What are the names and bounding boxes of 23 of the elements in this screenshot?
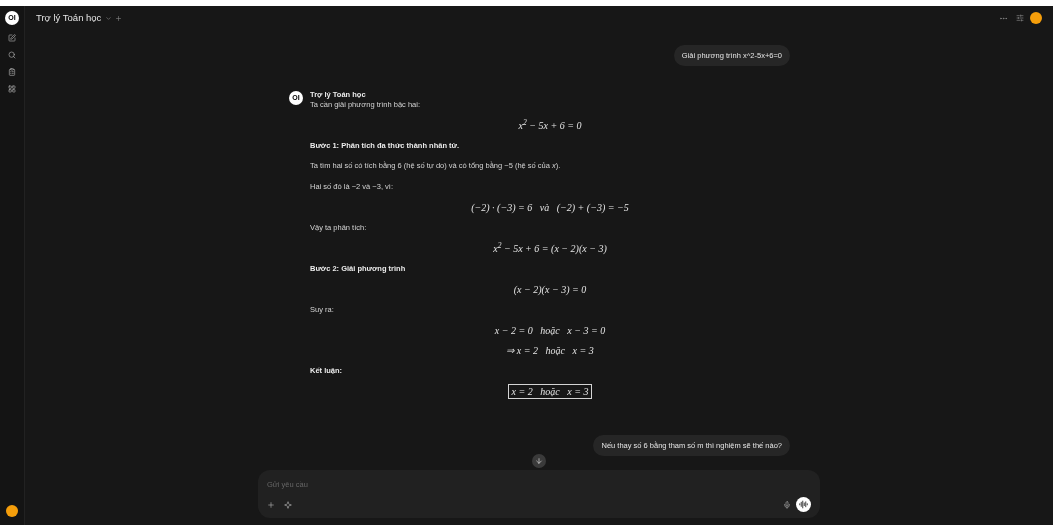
new-chat-icon[interactable] [8,34,16,42]
model-title[interactable]: Trợ lý Toán học [36,10,102,26]
arrow-down-icon [535,457,543,465]
settings-icon[interactable] [1016,14,1024,22]
math-equation: x$^{2}$ − 5x + 6 = (x − 2)(x − 3) [493,240,607,256]
math-equation: x − 2 = 0 hoặc x − 3 = 0 [494,323,606,338]
notes-icon[interactable] [8,68,16,76]
search-icon[interactable] [8,51,16,59]
math-equation: (−2) · (−3) = 6 và (−2) + (−3) = −5 [471,200,629,215]
plus-icon[interactable] [115,14,123,22]
voice-button[interactable] [796,497,811,513]
user-avatar[interactable] [6,505,18,517]
boxed-equation: x = 2 hoặc x = 3 [507,384,593,399]
math-equation: (x − 2)(x − 3) = 0 [513,282,587,297]
math-equation: ⇒ x = 2 hoặc x = 3 [506,344,594,358]
waveform-icon [799,500,808,510]
math-equation: x$^{2}$ − 5x + 6 = 0 [518,117,582,133]
scroll-down-button[interactable] [532,454,546,468]
user-avatar[interactable] [1030,12,1042,24]
microphone-icon[interactable] [783,500,791,509]
plus-icon[interactable] [267,500,275,509]
sparkle-icon[interactable] [284,500,292,509]
grid-icon[interactable] [8,85,16,93]
